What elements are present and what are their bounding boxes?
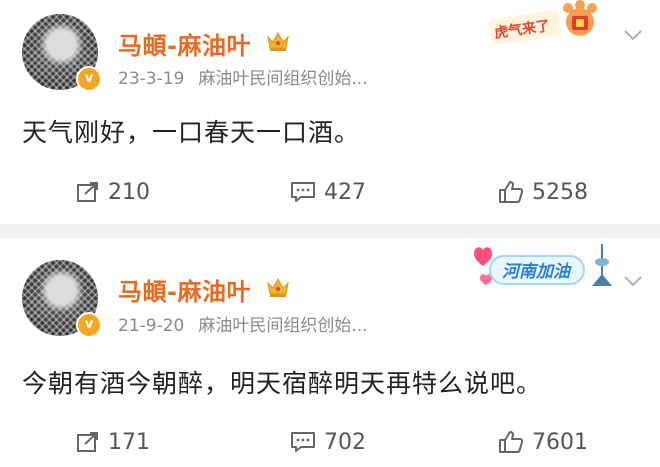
post-source[interactable]: 麻油叶民间组织创始... [198, 316, 367, 336]
author-name[interactable]: 马頔-麻油叶 [118, 272, 251, 307]
like-icon [499, 181, 524, 203]
post-date: 23-3-19 [118, 69, 185, 89]
post-meta: 23-3-19 麻油叶民间组织创始... [118, 64, 368, 89]
post-actions: 210 427 5258 [0, 172, 660, 212]
like-count: 7601 [532, 429, 588, 455]
repost-button[interactable]: 171 [76, 422, 150, 462]
author-name[interactable]: 马頔-麻油叶 [118, 26, 251, 61]
repost-button[interactable]: 210 [76, 172, 150, 212]
share-icon [77, 182, 98, 202]
comment-count: 702 [324, 429, 366, 455]
comment-icon [291, 182, 315, 202]
comment-count: 427 [324, 179, 366, 205]
like-button[interactable]: 7601 [498, 422, 588, 462]
chevron-down-icon[interactable] [622, 274, 644, 288]
post-meta: 21-9-20 麻油叶民间组织创始... [118, 311, 368, 336]
post-content: 天气刚好，一口春天一口酒。 [22, 118, 361, 147]
repost-count: 171 [108, 429, 150, 455]
post-actions: 171 702 7601 [0, 422, 660, 462]
weibo-post: v 马頔-麻油叶 23-3-19 麻油叶民间组织创始... 虎气来了 天气刚好，一… [0, 0, 660, 224]
crown-icon [267, 31, 289, 51]
verified-badge: v [76, 66, 102, 92]
verified-badge: v [76, 312, 102, 338]
sticker-badge[interactable]: 虎气来了 [484, 0, 616, 48]
share-icon [77, 432, 98, 452]
like-button[interactable]: 5258 [498, 172, 588, 212]
post-divider [0, 224, 660, 238]
comment-button[interactable]: 427 [290, 172, 366, 212]
post-date: 21-9-20 [118, 316, 185, 336]
sticker-badge[interactable]: 河南加油 [470, 240, 620, 290]
post-source[interactable]: 麻油叶民间组织创始... [198, 69, 367, 89]
comment-icon [291, 432, 315, 452]
post-content: 今朝有酒今朝醉，明天宿醉明天再特么说吧。 [22, 369, 543, 398]
crown-icon [267, 277, 289, 297]
chevron-down-icon[interactable] [622, 28, 644, 42]
like-count: 5258 [532, 179, 588, 205]
comment-button[interactable]: 702 [290, 422, 366, 462]
sticker-text: 河南加油 [502, 262, 572, 282]
like-icon [499, 431, 524, 453]
repost-count: 210 [108, 179, 150, 205]
